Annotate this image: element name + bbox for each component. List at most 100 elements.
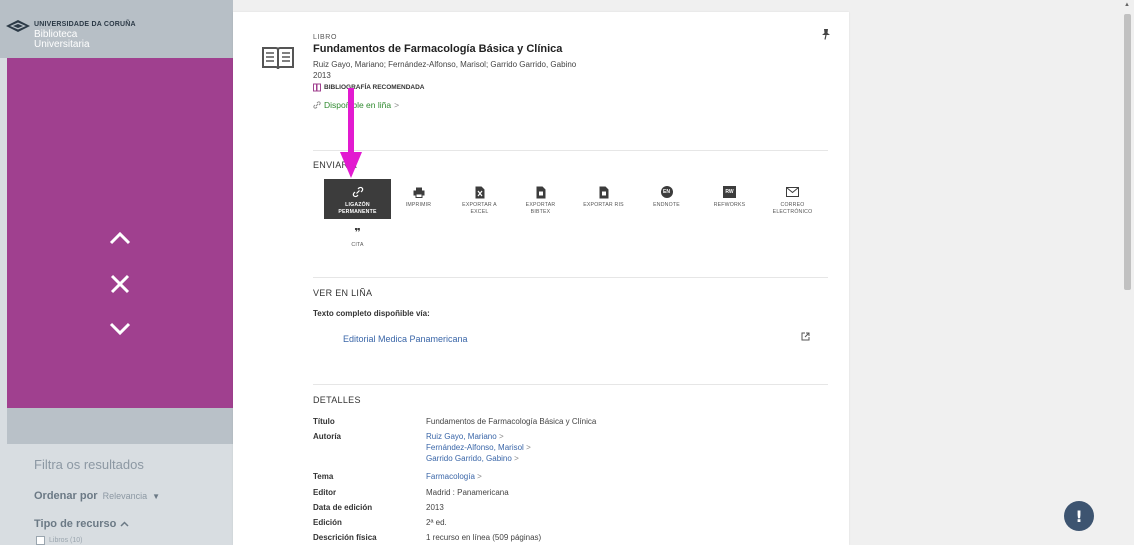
refworks-label: REFWORKS	[713, 202, 746, 208]
provider-link[interactable]: Editorial Medica Panamericana	[343, 334, 468, 344]
details-value: Farmacología >	[426, 472, 482, 481]
books-filter-option[interactable]: Libros (10)	[36, 536, 82, 545]
book-icon	[262, 47, 294, 70]
recommended-badge-label: BIBLIOGRAFÍA RECOMENDADA	[324, 84, 425, 91]
full-text-label: Texto completo dispoñible vía:	[313, 309, 430, 318]
cite-label: CITA	[351, 242, 364, 248]
details-value: Garrido Garrido, Gabino >	[426, 454, 519, 463]
author-link[interactable]: Ruiz Gayo, Mariano >	[426, 432, 504, 441]
print-label: IMPRIMIR	[405, 202, 432, 208]
availability-chevron: >	[394, 100, 400, 110]
details-label: Título	[313, 417, 335, 426]
close-icon	[110, 274, 130, 294]
chevron-up-icon	[109, 231, 131, 245]
record-title[interactable]: Fundamentos de Farmacología Básica y Clí…	[313, 43, 562, 55]
email-label-2: ELECTRÓNICO	[772, 209, 813, 215]
resource-type-toggle[interactable]: Tipo de recurso	[34, 518, 129, 530]
endnote-label: ENDNOTE	[653, 202, 680, 208]
books-option-label: Libros (10)	[49, 537, 83, 544]
details-label: Edición	[313, 518, 342, 527]
chevron-down-icon	[109, 322, 131, 336]
recommended-bibliography-icon	[313, 83, 321, 92]
export-ris-button[interactable]: EXPORTAR RIS	[570, 179, 637, 219]
details-label: Autoría	[313, 432, 341, 441]
export-excel-label-2: EXCEL	[470, 209, 489, 215]
caret-down-icon: ▼	[152, 492, 161, 501]
email-label-1: CORREO	[780, 202, 805, 208]
details-label: Descrición física	[313, 533, 377, 542]
availability-link[interactable]: Dispoñible en liña >	[313, 100, 399, 110]
logo-library-name: Biblioteca Universitaria	[34, 30, 90, 50]
navigation-overlay-panel	[7, 58, 233, 408]
export-bibtex-label-1: EXPORTAR	[525, 202, 556, 208]
exclamation-icon: !	[1075, 506, 1083, 526]
quote-icon: ❞	[354, 225, 361, 239]
vertical-scrollbar[interactable]: ▲	[1121, 0, 1134, 545]
excel-icon	[475, 186, 484, 198]
chevron-up-icon	[120, 521, 129, 527]
logo-university-name: UNIVERSIDADE DA CORUÑA	[34, 21, 136, 28]
details-value: 2ª ed.	[426, 518, 447, 527]
export-bibtex-label-2: BIBTEX	[530, 209, 551, 215]
divider	[313, 384, 828, 385]
recommended-badge: BIBLIOGRAFÍA RECOMENDADA	[313, 83, 425, 92]
university-logo-icon	[6, 20, 30, 32]
refworks-button[interactable]: RW REFWORKS	[696, 179, 763, 219]
logo-bar[interactable]: UNIVERSIDADE DA CORUÑA Biblioteca Univer…	[0, 0, 233, 58]
external-link-icon[interactable]	[801, 332, 810, 341]
print-button[interactable]: IMPRIMIR	[385, 179, 452, 219]
printer-icon	[413, 187, 424, 198]
resource-type-label: Tipo de recurso	[34, 518, 117, 530]
filter-title: Filtra os resultados	[34, 457, 144, 472]
details-value: Fundamentos de Farmacología Básica y Clí…	[426, 417, 597, 426]
details-label: Tema	[313, 472, 334, 481]
email-button[interactable]: CORREO ELECTRÓNICO	[759, 179, 826, 219]
export-ris-label: EXPORTAR RIS	[583, 202, 624, 208]
author-link[interactable]: Fernández-Alfonso, Marisol >	[426, 443, 531, 452]
availability-text: Dispoñible en liña	[324, 100, 392, 110]
send-section-title: ENVIAR A	[313, 160, 357, 170]
author-link[interactable]: Garrido Garrido, Gabino >	[426, 454, 519, 463]
link-icon	[352, 186, 363, 198]
close-record-button[interactable]	[103, 270, 137, 298]
endnote-button[interactable]: EN ENDNOTE	[633, 179, 700, 219]
link-icon	[313, 101, 321, 109]
sort-value[interactable]: Relevancia	[103, 491, 148, 501]
details-label: Data de edición	[313, 503, 373, 512]
left-panel: UNIVERSIDADE DA CORUÑA Biblioteca Univer…	[0, 0, 233, 545]
permalink-label-1: LIGAZÓN	[345, 202, 370, 208]
cite-button[interactable]: ❞ CITA	[324, 219, 391, 259]
details-value: Madrid : Panamericana	[426, 488, 509, 497]
details-value: Ruiz Gayo, Mariano >	[426, 432, 504, 441]
details-label: Editor	[313, 488, 337, 497]
next-result-button[interactable]	[103, 315, 137, 343]
feedback-button[interactable]: !	[1064, 501, 1094, 531]
details-value: Fernández-Alfonso, Marisol >	[426, 443, 531, 452]
details-value: 1 recurso en línea (509 páginas)	[426, 533, 542, 542]
sidebar-strip	[7, 408, 233, 444]
previous-result-button[interactable]	[103, 224, 137, 252]
export-excel-label-1: EXPORTAR A	[462, 202, 497, 208]
divider	[313, 277, 828, 278]
details-section-title: DETALLES	[313, 395, 361, 405]
divider	[313, 150, 828, 151]
permalink-label-2: PERMANENTE	[338, 209, 377, 215]
sort-label: Ordenar por	[34, 490, 98, 502]
record-authors: Ruiz Gayo, Mariano; Fernández-Alfonso, M…	[313, 60, 577, 69]
scrollbar-thumb[interactable]	[1124, 14, 1131, 290]
export-bibtex-button[interactable]: EXPORTAR BIBTEX	[507, 179, 574, 219]
subject-link[interactable]: Farmacología >	[426, 472, 482, 481]
scroll-up-icon[interactable]: ▲	[1124, 2, 1130, 8]
ris-icon	[599, 186, 608, 198]
books-checkbox[interactable]	[36, 536, 45, 545]
sort-selector[interactable]: Ordenar por Relevancia ▼	[34, 490, 160, 502]
online-section-title: VER EN LIÑA	[313, 288, 373, 298]
record-detail-card: LIBRO Fundamentos de Farmacología Básica…	[233, 12, 849, 545]
logo-library-line2: Universitaria	[34, 39, 90, 50]
endnote-icon: EN	[660, 186, 673, 198]
pin-icon[interactable]	[821, 28, 831, 40]
permalink-button[interactable]: LIGAZÓN PERMANENTE	[324, 179, 391, 219]
export-excel-button[interactable]: EXPORTAR A EXCEL	[446, 179, 513, 219]
record-year: 2013	[313, 71, 331, 80]
record-type: LIBRO	[313, 34, 338, 41]
